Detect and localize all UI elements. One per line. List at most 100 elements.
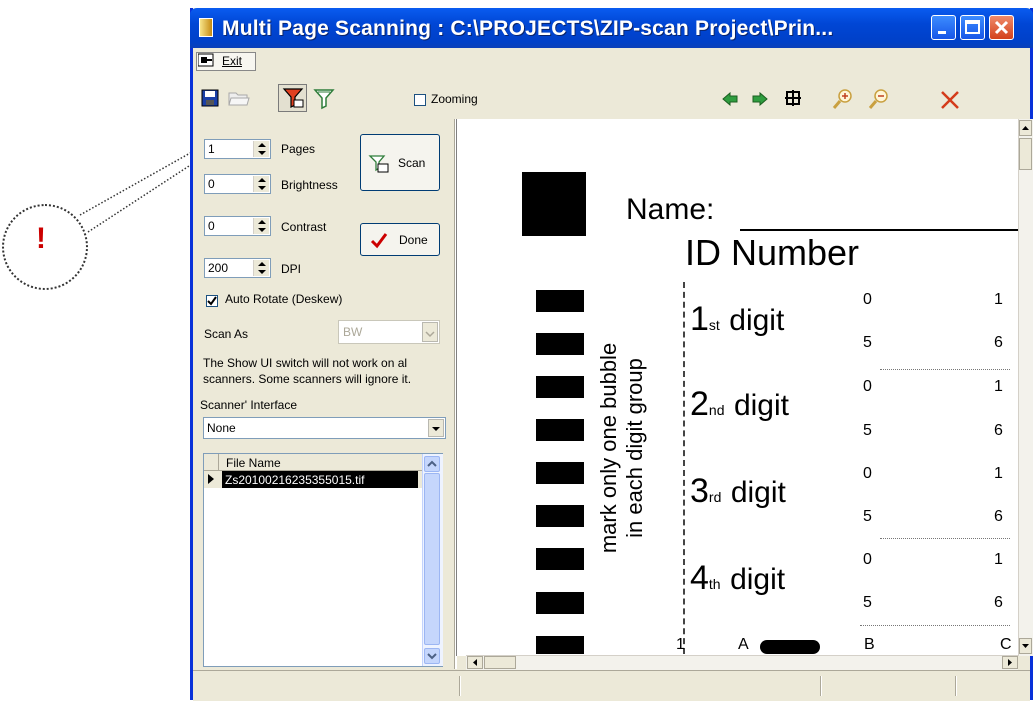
- zooming-checkbox[interactable]: [414, 94, 426, 106]
- timing-mark: [536, 505, 584, 527]
- doc-bubble-6: 6: [994, 594, 1003, 611]
- scroll-thumb[interactable]: [424, 473, 440, 645]
- done-label: Done: [399, 233, 428, 247]
- timing-mark: [536, 592, 584, 614]
- status-separator: [955, 676, 957, 696]
- doc-digit-4: 4th digit: [690, 559, 786, 597]
- scan-as-label: Scan As: [204, 327, 249, 341]
- dpi-value: 200: [208, 261, 229, 275]
- dpi-spinner[interactable]: 200: [204, 258, 271, 278]
- done-button[interactable]: Done: [360, 223, 440, 256]
- note-line-2: scanners. Some scanners will ignore it.: [203, 372, 412, 386]
- maximize-icon: [965, 20, 980, 34]
- scroll-thumb[interactable]: [1019, 138, 1032, 170]
- scan-button[interactable]: Scan: [360, 134, 440, 191]
- save-icon[interactable]: [201, 89, 219, 107]
- status-separator: [459, 676, 461, 696]
- auto-rotate-label: Auto Rotate (Deskew): [225, 292, 343, 306]
- delete-icon[interactable]: [940, 90, 960, 110]
- scroll-thumb[interactable]: [484, 656, 516, 669]
- row-selector-header: [204, 454, 219, 470]
- brightness-value: 0: [208, 177, 215, 191]
- checkmark-icon: [370, 233, 388, 249]
- spinner-arrows-icon[interactable]: [253, 176, 269, 192]
- doc-digit-3: 3rd digit: [690, 472, 786, 510]
- brightness-label: Brightness: [281, 178, 338, 192]
- preview-vertical-scrollbar[interactable]: [1018, 119, 1033, 656]
- contrast-spinner[interactable]: 0: [204, 216, 271, 236]
- doc-bubble-6: 6: [994, 508, 1003, 525]
- chevron-down-icon[interactable]: [422, 322, 438, 342]
- maximize-button[interactable]: [960, 15, 985, 40]
- preview-horizontal-scrollbar[interactable]: [466, 655, 1018, 670]
- doc-row-line: [860, 625, 1010, 626]
- zoom-out-icon[interactable]: [868, 88, 890, 110]
- doc-filled-bubble: [760, 640, 820, 654]
- contrast-value: 0: [208, 219, 215, 233]
- scroll-down-icon[interactable]: [424, 648, 440, 664]
- scroll-up-icon[interactable]: [424, 456, 440, 472]
- pages-spinner[interactable]: 1: [204, 139, 271, 159]
- fit-page-icon[interactable]: [784, 89, 802, 107]
- auto-rotate-checkbox[interactable]: [206, 295, 218, 307]
- zoom-in-icon[interactable]: [832, 88, 854, 110]
- timing-mark: [536, 462, 584, 484]
- scan-as-select[interactable]: BW: [338, 320, 440, 344]
- file-name-header: File Name: [226, 456, 281, 470]
- doc-bubble-0: 0: [863, 291, 872, 308]
- filter-icon[interactable]: [313, 88, 335, 110]
- menu-bar: [193, 49, 1030, 71]
- close-button[interactable]: [989, 15, 1014, 40]
- interface-label: Scanner' Interface: [200, 398, 298, 412]
- doc-instruction-line-1: mark only one bubble: [596, 342, 621, 554]
- doc-bubble-0: 0: [863, 465, 872, 482]
- scroll-right-icon[interactable]: [1002, 656, 1018, 669]
- spinner-arrows-icon[interactable]: [253, 141, 269, 157]
- doc-bubble-5: 5: [863, 422, 872, 439]
- dpi-label: DPI: [281, 262, 302, 276]
- open-folder-icon[interactable]: [228, 89, 250, 107]
- doc-divider: [683, 282, 685, 654]
- scroll-left-icon[interactable]: [467, 656, 483, 669]
- doc-bubble-1: 1: [994, 291, 1003, 308]
- previous-page-icon[interactable]: [722, 92, 738, 106]
- status-bar: [193, 670, 1030, 701]
- scan-as-value: BW: [343, 325, 363, 339]
- doc-bottom-label: B: [864, 636, 875, 653]
- doc-bubble-5: 5: [863, 334, 872, 351]
- doc-bubble-0: 0: [863, 551, 872, 568]
- doc-bubble-6: 6: [994, 422, 1003, 439]
- pages-label: Pages: [281, 142, 316, 156]
- checkmark-icon: [207, 296, 217, 306]
- current-row-marker-icon: [204, 471, 218, 487]
- app-icon: [199, 18, 213, 37]
- exit-icon: [198, 53, 214, 67]
- doc-bubble-5: 5: [863, 594, 872, 611]
- next-page-icon[interactable]: [752, 92, 768, 106]
- chevron-down-icon[interactable]: [428, 419, 444, 437]
- window-title: Multi Page Scanning : C:\PROJECTS\ZIP-sc…: [222, 17, 834, 40]
- interface-value: None: [207, 421, 236, 435]
- doc-instruction-vertical: mark only one bubble in each digit group: [596, 343, 648, 553]
- brightness-spinner[interactable]: 0: [204, 174, 271, 194]
- doc-bubble-6: 6: [994, 334, 1003, 351]
- doc-id-title: ID Number: [685, 232, 860, 273]
- interface-select[interactable]: None: [203, 417, 446, 439]
- spinner-arrows-icon[interactable]: [253, 260, 269, 276]
- minimize-button[interactable]: [931, 15, 956, 40]
- doc-bottom-label: C: [1000, 636, 1012, 653]
- status-separator: [820, 676, 822, 696]
- note-line-1: The Show UI switch will not work on al: [203, 356, 408, 370]
- scroll-up-icon[interactable]: [1019, 120, 1032, 136]
- doc-row-line: [880, 538, 1010, 539]
- doc-row-line: [880, 369, 1010, 370]
- contrast-label: Contrast: [281, 220, 327, 234]
- scan-icon: [368, 155, 389, 173]
- scroll-down-icon[interactable]: [1019, 638, 1032, 654]
- close-icon: [994, 20, 1009, 35]
- doc-bubble-5: 5: [863, 508, 872, 525]
- doc-digit-1: 1st digit: [690, 300, 785, 338]
- doc-bubble-0: 0: [863, 378, 872, 395]
- spinner-arrows-icon[interactable]: [253, 218, 269, 234]
- timing-mark: [536, 419, 584, 441]
